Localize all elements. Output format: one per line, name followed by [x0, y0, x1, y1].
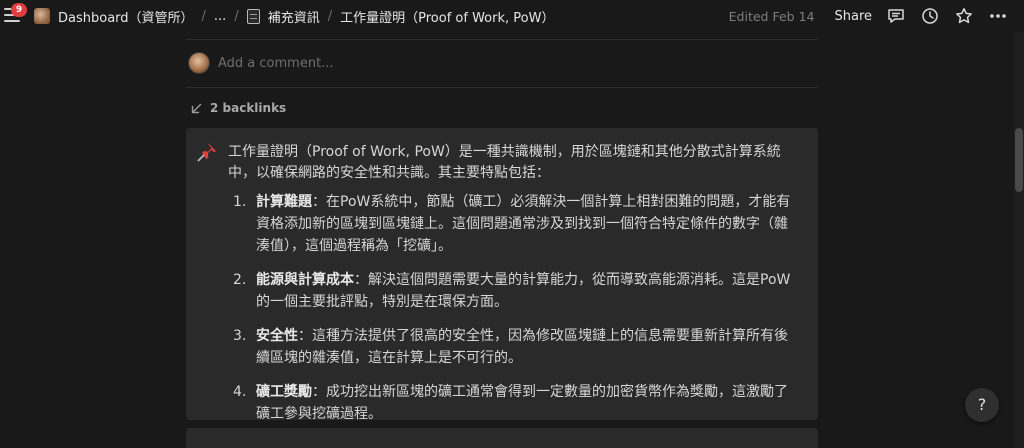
divider	[186, 87, 818, 88]
pushpin-icon	[197, 143, 216, 162]
list-number: 3.	[233, 328, 247, 344]
backlinks-label: 2 backlinks	[210, 101, 287, 115]
list-number: 1.	[233, 194, 247, 210]
breadcrumb-dashboard[interactable]: Dashboard（資管所）	[58, 7, 194, 26]
list-term: 安全性	[256, 328, 298, 344]
clock-icon[interactable]	[920, 6, 940, 26]
help-button[interactable]: ?	[965, 388, 999, 422]
list-number: 2.	[233, 272, 247, 288]
callout-content: 工作量證明（Proof of Work, PoW）是一種共識機制，用於區塊鏈和其…	[228, 142, 798, 425]
topbar-actions: Edited Feb 14 Share	[729, 0, 1008, 32]
list-term: 能源與計算成本	[256, 272, 354, 288]
divider	[186, 39, 818, 40]
workspace-avatar-icon	[34, 8, 50, 24]
list-term: 計算難題	[256, 194, 312, 210]
list-item: 2. 能源與計算成本：解決這個問題需要大量的計算能力，從而導致高能源消耗。這是P…	[228, 269, 800, 313]
star-icon[interactable]	[954, 6, 974, 26]
list-item: 4. 礦工獎勵：成功挖出新區塊的礦工通常會得到一定數量的加密貨幣作為獎勵，這激勵…	[228, 381, 800, 425]
list-item: 1. 計算難題：在PoW系統中，節點（礦工）必須解決一個計算上相對困難的問題，才…	[228, 191, 800, 257]
arrow-down-left-icon	[191, 103, 202, 113]
top-bar: 9 Dashboard（資管所） / ... / 補充資訊 / 工作量證明（Pr…	[0, 0, 1024, 32]
list-term: 礦工獎勵	[256, 384, 312, 400]
list-text: ：成功挖出新區塊的礦工通常會得到一定數量的加密貨幣作為獎勵，這激勵了礦工參與挖礦…	[256, 384, 788, 422]
breadcrumb-current-page[interactable]: 工作量證明（Proof of Work, PoW）	[340, 7, 554, 26]
list-text: ：在PoW系統中，節點（礦工）必須解決一個計算上相對困難的問題，才能有資格添加新…	[256, 194, 791, 254]
list-text: ：這種方法提供了很高的安全性，因為修改區塊鏈上的信息需要重新計算所有後續區塊的雜…	[256, 328, 788, 366]
comment-icon[interactable]	[886, 6, 906, 26]
callout-block[interactable]: 工作量證明（Proof of Work, PoW）是一種共識機制，用於區塊鏈和其…	[186, 128, 818, 422]
feature-list: 1. 計算難題：在PoW系統中，節點（礦工）必須解決一個計算上相對困難的問題，才…	[228, 191, 798, 425]
breadcrumb-separator: /	[234, 8, 239, 24]
page-icon	[246, 8, 260, 24]
breadcrumb-ellipsis[interactable]: ...	[214, 9, 226, 24]
comment-input[interactable]	[218, 55, 518, 71]
next-block[interactable]	[186, 428, 818, 448]
breadcrumb-separator: /	[327, 8, 333, 24]
comment-row	[188, 51, 518, 75]
backlinks-toggle[interactable]: 2 backlinks	[191, 99, 286, 117]
edited-timestamp: Edited Feb 14	[728, 8, 815, 24]
breadcrumb-separator: /	[201, 8, 206, 24]
list-item: 3. 安全性：這種方法提供了很高的安全性，因為修改區塊鏈上的信息需要重新計算所有…	[228, 325, 800, 369]
notification-badge: 9	[11, 3, 27, 17]
callout-intro: 工作量證明（Proof of Work, PoW）是一種共識機制，用於區塊鏈和其…	[228, 144, 781, 181]
avatar	[188, 52, 210, 74]
share-button[interactable]: Share	[834, 9, 872, 24]
list-number: 4.	[233, 384, 247, 400]
scrollbar-track[interactable]	[1014, 32, 1024, 448]
breadcrumb: Dashboard（資管所） / ... / 補充資訊 / 工作量證明（Proo…	[34, 0, 554, 32]
breadcrumb-supplementary[interactable]: 補充資訊	[268, 7, 320, 26]
more-icon[interactable]	[988, 6, 1008, 26]
scrollbar-thumb[interactable]	[1015, 128, 1023, 192]
